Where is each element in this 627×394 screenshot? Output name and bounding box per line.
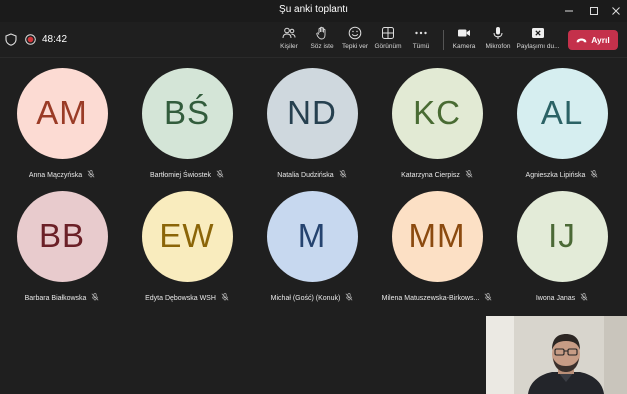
mic-muted-icon [216,170,224,178]
participant-avatar: M [266,190,358,282]
title-bar: Şu anki toplantı [0,0,627,22]
camera-button[interactable]: Kamera [452,26,476,56]
window-title: Şu anki toplantı [279,4,348,15]
participant-name: Iwona Janas [535,295,576,302]
stop-share-icon [532,28,544,38]
participant-avatar: BŚ [141,67,233,159]
grid-view-icon [382,27,394,39]
meeting-timer: 48:42 [42,34,68,45]
leave-button[interactable]: Ayrıl [568,30,618,50]
maximize-icon[interactable] [583,0,605,22]
mic-muted-icon [339,170,347,178]
react-button[interactable]: Tepki ver [341,26,369,56]
participant-avatar: AL [516,67,608,159]
participant-avatar: BB [16,190,108,282]
participant-avatar: EW [141,190,233,282]
participant-avatar: IJ [516,190,608,282]
view-button[interactable]: Görünüm [373,26,403,56]
smile-icon [348,26,362,40]
recording-icon [25,34,36,45]
close-icon[interactable] [605,0,627,22]
react-label: Tepki ver [341,43,368,50]
raise-hand-button[interactable]: Söz iste [309,26,335,56]
person-video-icon [486,316,627,394]
more-label: Tümü [412,43,430,50]
minimize-icon[interactable] [558,0,580,22]
self-video-preview[interactable] [486,316,627,394]
participant-name: Agnieszka Lipińska [525,172,586,179]
people-button[interactable]: Kişiler [278,26,300,56]
stop-share-label: Paylaşımı du... [516,43,560,50]
view-label: Görünüm [374,43,402,50]
participant-avatar: MM [391,190,483,282]
mic-muted-icon [465,170,473,178]
people-label: Kişiler [280,43,298,50]
microphone-icon [493,27,503,39]
participant-avatar: AM [16,67,108,159]
raise-hand-label: Söz iste [310,43,334,50]
participant-name: Bartłomiej Świostek [149,172,212,179]
participant-name: Milena Matuszewska-Birkows... [381,295,480,302]
mic-muted-icon [91,293,99,301]
more-button[interactable]: Tümü [410,26,432,56]
participant-avatar: KC [391,67,483,159]
mic-muted-icon [87,170,95,178]
camera-label: Kamera [452,43,476,50]
mic-muted-icon [580,293,588,301]
participant-name: Natalia Dudzińska [277,172,334,179]
participant-name-row: Agnieszka Lipińska [487,170,627,179]
toolbar-divider [443,30,444,50]
participant-name: Anna Mączyńska [28,172,83,179]
leave-label: Ayrıl [591,35,610,45]
participant-name: Edyta Dębowska WSH [145,295,216,302]
shield-icon [5,33,17,46]
participant-name: Barbara Białkowska [24,295,87,302]
stop-share-button[interactable]: Paylaşımı du... [516,26,560,56]
participant-avatar: ND [266,67,358,159]
mic-muted-icon [590,170,598,178]
camera-icon [458,29,470,37]
microphone-label: Mikrofon [485,43,511,50]
participant-name: Michał (Gość) (Konuk) [270,295,341,302]
mic-muted-icon [221,293,229,301]
participant-name-row: Iwona Janas [487,293,627,302]
meeting-toolbar: 48:42 Kişiler Söz iste Tepki ver Görünüm… [0,22,627,58]
microphone-button[interactable]: Mikrofon [484,26,512,56]
mic-muted-icon [345,293,353,301]
people-icon [282,27,296,39]
hang-up-icon [576,37,587,42]
participant-name: Katarzyna Cierpisz [401,172,460,179]
raise-hand-icon [316,26,326,40]
more-icon [415,31,427,35]
